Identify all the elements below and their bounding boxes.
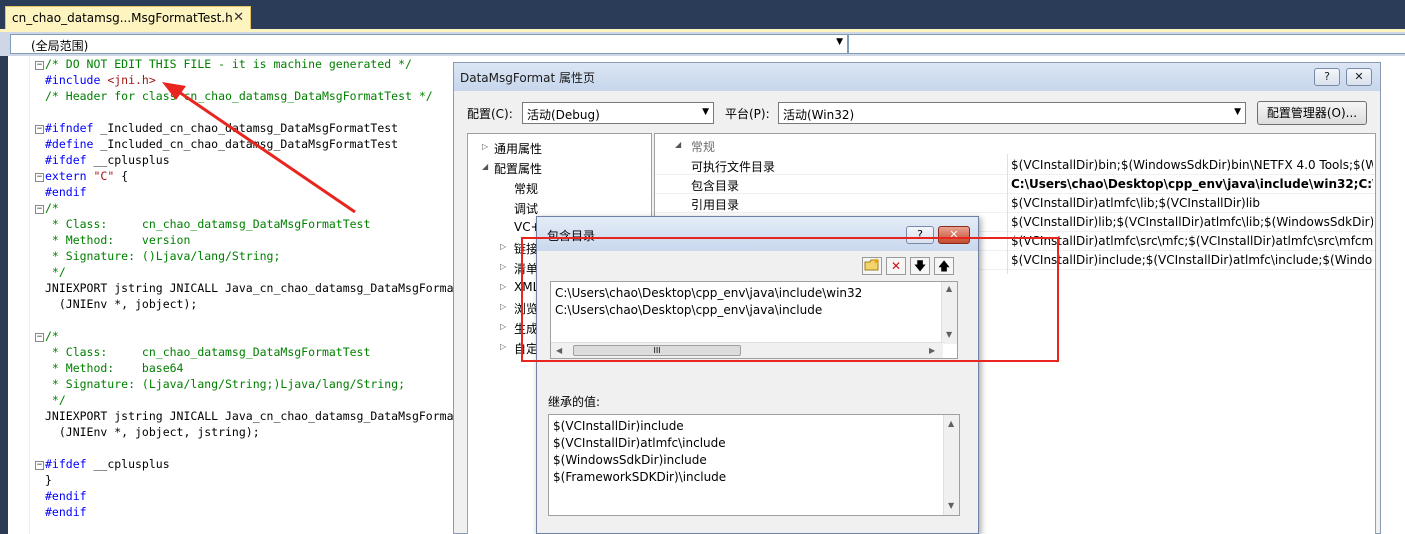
watermark: 知乎 @部队火锅 [1065, 461, 1329, 502]
annotation-highlight-box [521, 237, 1059, 362]
